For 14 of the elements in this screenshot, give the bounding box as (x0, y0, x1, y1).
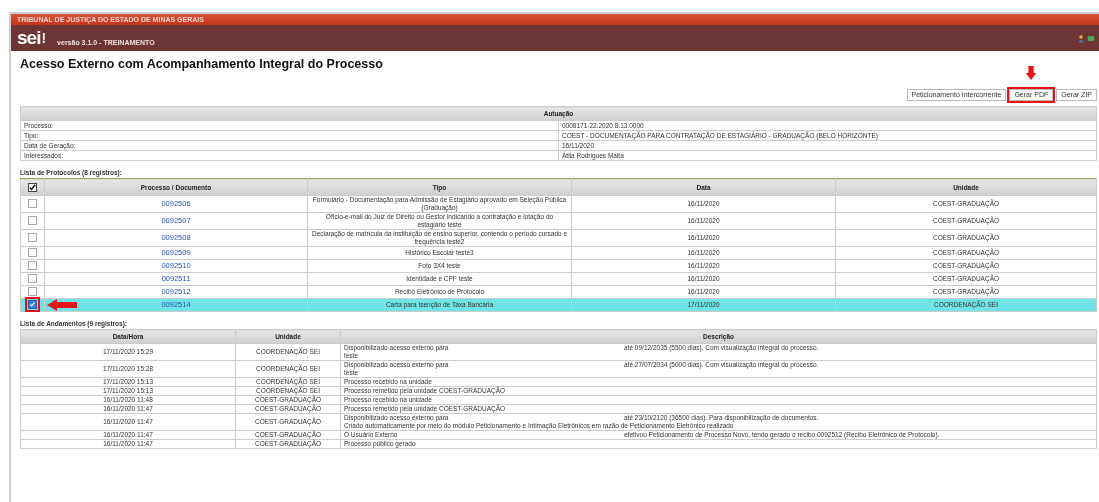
page-title: Acesso Externo com Acompanhamento Integral do Processo (20, 57, 384, 71)
user-icon[interactable] (1077, 33, 1085, 43)
row-checkbox[interactable] (28, 248, 37, 257)
arrow-left-icon (47, 299, 77, 311)
row-checkbox[interactable] (28, 199, 37, 208)
row-checkbox[interactable] (28, 216, 37, 225)
row-checkbox[interactable] (28, 261, 37, 270)
row-checkbox[interactable] (28, 274, 37, 283)
row-checkbox[interactable] (28, 233, 37, 242)
logo: sei! (17, 28, 46, 48)
arrow-down-icon (1025, 66, 1038, 80)
row-checkbox[interactable] (28, 287, 37, 296)
row-checkbox[interactable] (28, 300, 37, 309)
select-all-icon[interactable] (28, 182, 37, 192)
